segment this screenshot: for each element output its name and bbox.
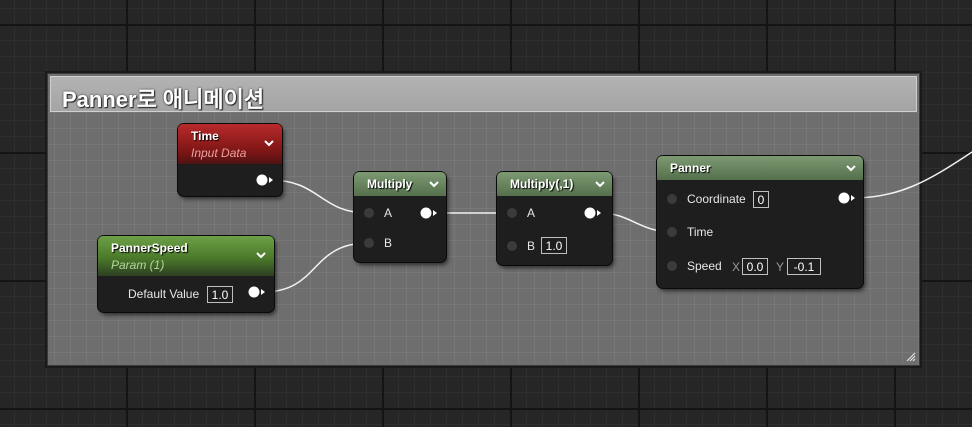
coordinate-pin[interactable] xyxy=(667,194,677,204)
time-node-subtitle: Input Data xyxy=(191,146,247,160)
multiply-node[interactable]: Multiply A B xyxy=(354,172,446,262)
pin-a-label: A xyxy=(527,206,536,220)
chevron-down-icon[interactable] xyxy=(427,177,441,191)
time-node-header[interactable]: Time Input Data xyxy=(178,124,282,164)
output-pin-icon[interactable] xyxy=(248,286,266,298)
output-pin-icon[interactable] xyxy=(838,192,856,204)
time-node-title: Time xyxy=(191,129,219,143)
coordinate-label: Coordinate xyxy=(687,192,746,206)
panner-speed-node-header[interactable]: PannerSpeed Param (1) xyxy=(98,236,274,276)
pin-b-label: B xyxy=(384,236,393,250)
speed-y-label: Y xyxy=(776,260,785,274)
coordinate-value-field[interactable]: 0 xyxy=(753,191,769,208)
chevron-down-icon[interactable] xyxy=(254,248,268,262)
input-pin-b[interactable] xyxy=(507,241,517,251)
chevron-down-icon[interactable] xyxy=(262,136,276,150)
time-node[interactable]: Time Input Data xyxy=(178,124,282,196)
output-pin-icon[interactable] xyxy=(256,174,274,186)
default-value-label: Default Value xyxy=(128,287,200,301)
multiply-const-node-title: Multiply(,1) xyxy=(510,177,574,191)
output-pin-icon[interactable] xyxy=(420,207,438,219)
wire-speed-to-multiply-b xyxy=(262,242,369,293)
speed-label: Speed xyxy=(687,259,722,273)
output-pin-icon[interactable] xyxy=(584,207,602,219)
speed-x-value-field[interactable]: 0.0 xyxy=(742,258,768,275)
wire-panner-output xyxy=(852,151,972,199)
pin-b-label: B xyxy=(527,239,536,253)
speed-x-label: X xyxy=(732,260,741,274)
time-pin[interactable] xyxy=(667,227,677,237)
panner-speed-node-subtitle: Param (1) xyxy=(111,258,165,272)
panner-node-title: Panner xyxy=(670,161,711,175)
multiply-node-header[interactable]: Multiply xyxy=(354,172,446,196)
multiply-const-node[interactable]: Multiply(,1) A B 1.0 xyxy=(497,172,612,265)
panner-node-header[interactable]: Panner xyxy=(657,156,863,180)
pin-a-label: A xyxy=(384,206,393,220)
time-label: Time xyxy=(687,225,714,239)
pin-b-value-field[interactable]: 1.0 xyxy=(541,237,567,254)
multiply-node-title: Multiply xyxy=(367,177,413,191)
multiply-const-node-header[interactable]: Multiply(,1) xyxy=(497,172,612,196)
input-pin-b[interactable] xyxy=(364,238,374,248)
chevron-down-icon[interactable] xyxy=(593,177,607,191)
panner-speed-node-title: PannerSpeed xyxy=(111,241,188,255)
chevron-down-icon[interactable] xyxy=(844,161,858,175)
input-pin-a[interactable] xyxy=(507,208,517,218)
speed-pin[interactable] xyxy=(667,261,677,271)
default-value-field[interactable]: 1.0 xyxy=(207,286,233,303)
panner-speed-node[interactable]: PannerSpeed Param (1) Default Value 1.0 xyxy=(98,236,274,312)
speed-y-value-field[interactable]: -0.1 xyxy=(787,258,821,275)
input-pin-a[interactable] xyxy=(364,208,374,218)
panner-node[interactable]: Panner Coordinate 0 Time Speed X 0.0 Y -… xyxy=(657,156,863,288)
